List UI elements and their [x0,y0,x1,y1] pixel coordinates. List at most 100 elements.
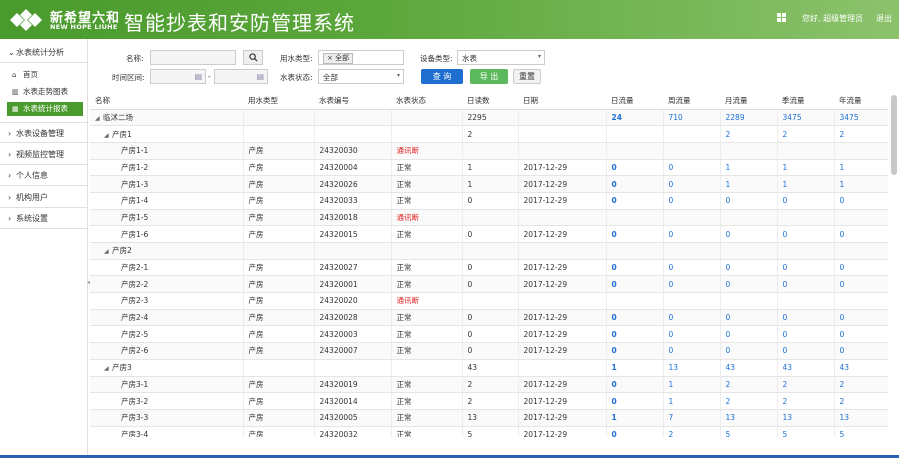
row-name-cell: 产房2-6 [90,342,244,360]
column-header[interactable]: 周流量 [663,93,720,110]
sidebar-group-video[interactable]: › 视频监控管理 [0,144,88,165]
table-row[interactable]: 产房3-1 产房 24320019 正常 2 2017-12-29 0 1 2 2 2 [90,376,888,394]
start-date-input[interactable]: ▤ [150,69,206,84]
cell-status: 通讯断 [391,142,463,160]
device-type-select[interactable]: 水表 ▾ [457,50,545,65]
cell-code [314,359,392,377]
row-name: 产房2-5 [121,329,149,339]
column-header[interactable]: 日读数 [462,93,518,110]
table-row[interactable]: 产房2-3 产房 24320020 通讯断 [90,292,888,310]
water-type-select[interactable]: × 全部 [318,50,404,65]
table-row[interactable]: 产房1-1 产房 24320030 通讯断 [90,142,888,160]
water-type-tag[interactable]: × 全部 [323,53,354,64]
row-name: 产房1-4 [121,196,149,206]
cell-status: 正常 [391,275,463,294]
user-greeting[interactable]: 您好, 超级管理员 [802,13,863,24]
logout-link[interactable]: 退出 [876,13,892,24]
table-row[interactable]: 产房2-1 产房 24320027 正常 0 2017-12-29 0 0 0 0 0 [90,259,888,277]
end-date-input[interactable]: ▤ [214,69,268,84]
cell-status: 正常 [391,392,463,410]
cell-day: 0 [606,309,664,327]
cell-month: 0 [720,275,778,294]
table-row[interactable]: 产房2-6 产房 24320007 正常 0 2017-12-29 0 0 0 0 0 [90,342,888,360]
sidebar-group-settings[interactable]: › 系统设置 [0,208,88,229]
column-header[interactable]: 季流量 [777,93,834,110]
table-row[interactable]: 产房1-2 产房 24320004 正常 1 2017-12-29 0 0 1 1 1 [90,159,888,177]
app-grid-icon[interactable] [777,13,786,22]
row-name: 产房2-3 [121,296,149,306]
sidebar-group-device-mgmt[interactable]: › 水表设备管理 [0,122,88,143]
table-row[interactable]: 产房3-2 产房 24320014 正常 2 2017-12-29 0 1 2 2 2 [90,392,888,410]
cell-week: 0 [663,275,721,294]
cell-status [391,242,463,260]
table-row[interactable]: 产房1-3 产房 24320026 正常 1 2017-12-29 0 0 1 1 1 [90,175,888,193]
sidebar-item-home[interactable]: ⌂ 首页 [7,68,83,82]
cell-day: 0 [606,275,664,294]
column-header[interactable]: 用水类型 [243,93,314,110]
chevron-right-icon: › [8,214,12,223]
table-row[interactable]: 产房2-4 产房 24320028 正常 0 2017-12-29 0 0 0 0 0 [90,309,888,327]
sidebar-item-stats-report[interactable]: ▦ 水表统计报表 [7,102,83,116]
table-row[interactable]: ◢ 产房1 2 2 2 2 [90,125,888,143]
cell-day [606,209,664,227]
column-header[interactable]: 水表编号 [314,93,391,110]
table-row[interactable]: 产房3-4 产房 24320032 正常 5 2017-12-29 0 2 5 5 5 [90,426,888,437]
cell-year [834,292,888,310]
cell-code: 24320020 [314,292,392,310]
row-name-cell: 产房3-2 [90,392,244,410]
cell-quarter: 0 [777,192,835,210]
column-header[interactable]: 年流量 [834,93,888,110]
table-row[interactable]: 产房1-4 产房 24320033 正常 0 2017-12-29 0 0 0 0 0 [90,192,888,210]
table-row[interactable]: 产房2-2 产房 24320001 正常 0 2017-12-29 0 0 0 0 0 [90,275,888,294]
sidebar-group-profile[interactable]: › 个人信息 [0,165,88,186]
tree-expand-icon[interactable]: ◢ [104,365,112,372]
cell-date: 2017-12-29 [518,376,607,394]
sidebar-group-meter-stats[interactable]: ⌄水表统计分析 [0,42,88,63]
column-header[interactable]: 日流量 [606,93,663,110]
column-header[interactable]: 水表状态 [391,93,462,110]
cell-type [243,242,315,260]
table-row[interactable]: ◢ 临沭二场 2295 24 710 2289 3475 3475 [90,109,888,127]
cell-day: 0 [606,376,664,394]
cell-year: 0 [834,325,888,344]
search-button[interactable] [243,50,263,65]
cell-year: 0 [834,342,888,360]
reset-button[interactable]: 重置 [513,69,541,84]
cell-quarter: 13 [777,409,835,427]
table-scrollbar[interactable] [891,95,897,175]
name-input[interactable] [150,50,236,65]
tree-expand-icon[interactable]: ◢ [104,132,112,139]
table-row[interactable]: ◢ 产房2 [90,242,888,260]
table-row[interactable]: 产房3-3 产房 24320005 正常 13 2017-12-29 1 7 13 13 13 [90,409,888,427]
sidebar-group-org-users[interactable]: › 机构用户 [0,187,88,208]
table-row[interactable]: 产房1-6 产房 24320015 正常 0 2017-12-29 0 0 0 0 0 [90,225,888,243]
sidebar-item-trend-chart[interactable]: ▥ 水表走势图表 [7,85,83,99]
cell-type: 产房 [243,376,315,394]
tree-expand-icon[interactable]: ◢ [104,248,112,255]
cell-day: 1 [606,409,664,427]
table-row[interactable]: 产房2-5 产房 24320003 正常 0 2017-12-29 0 0 0 0 0 [90,325,888,344]
tag-remove-icon[interactable]: × [327,54,335,62]
cell-reading: 1 [462,159,519,177]
cell-day: 0 [606,175,664,193]
column-header[interactable]: 名称 [90,93,243,110]
sidebar-group-label: 水表统计分析 [16,48,64,57]
query-button[interactable]: 查 询 [421,69,463,84]
meter-status-select[interactable]: 全部 ▾ [318,69,404,84]
cell-reading [462,209,519,227]
column-header[interactable]: 月流量 [720,93,777,110]
cell-week [663,292,721,310]
row-name-cell: 产房2-1 [90,259,244,277]
cell-week: 710 [663,109,721,127]
row-name: 产房2 [112,246,132,256]
column-header[interactable]: 日期 [518,93,606,110]
brand-logo[interactable]: 新希望六和 NEW HOPE LIUHE [6,5,119,33]
cell-code: 24320014 [314,392,392,410]
export-button[interactable]: 导 出 [470,69,508,84]
cell-year: 3475 [834,109,888,127]
cell-year [834,242,888,260]
table-row[interactable]: ◢ 产房3 43 1 13 43 43 43 [90,359,888,377]
tree-expand-icon[interactable]: ◢ [95,115,103,122]
cell-week: 0 [663,192,721,210]
table-row[interactable]: 产房1-5 产房 24320018 通讯断 [90,209,888,227]
